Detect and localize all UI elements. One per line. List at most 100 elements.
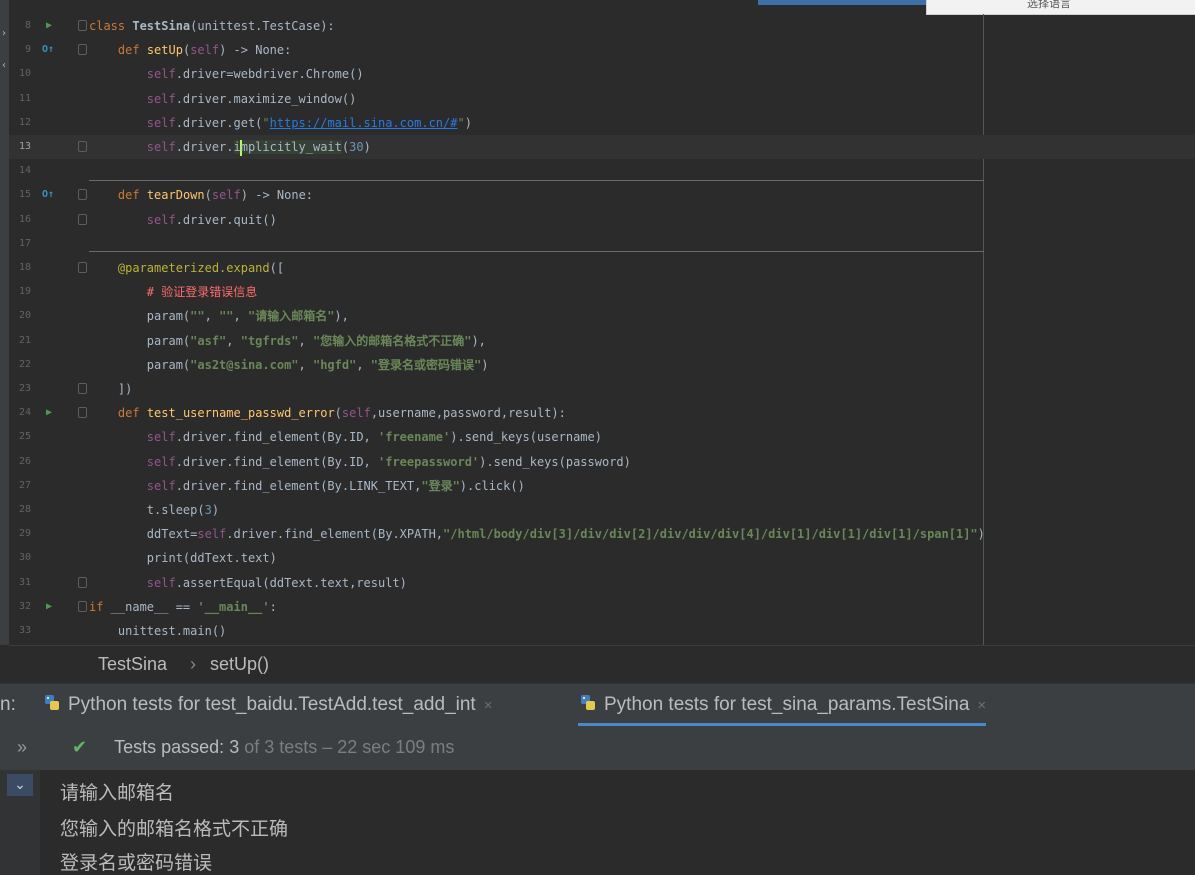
fold-icon[interactable] [78, 189, 87, 201]
line-number: 21 [18, 334, 31, 346]
language-popup[interactable]: 选择语言 [926, 0, 1195, 15]
code-line[interactable]: 10 self.driver=webdriver.Chrome() [9, 62, 1195, 86]
breadcrumb-method[interactable]: setUp() [210, 654, 269, 675]
run-gutter-icon[interactable]: ▶ [46, 595, 52, 619]
check-icon: ✔ [72, 737, 88, 757]
test-status-bar: » ✔ Tests passed: 3 of 3 tests – 22 sec … [0, 726, 1195, 770]
code-text: class TestSina(unittest.TestCase): [89, 19, 335, 33]
fold-icon[interactable] [78, 213, 87, 225]
tab-label: Python tests for test_baidu.TestAdd.test… [68, 694, 476, 715]
line-number: 23 [18, 383, 31, 394]
code-line[interactable]: 9 O↑ def setUp(self) -> None: [9, 38, 1195, 62]
line-number: 33 [18, 625, 31, 636]
code-text: if __name__ == '__main__': [89, 599, 277, 614]
code-line[interactable]: 33 unittest.main() [9, 619, 1195, 643]
python-icon [45, 694, 59, 710]
fold-icon[interactable] [78, 20, 87, 31]
line-number: 31 [18, 576, 31, 588]
tab-test-baidu[interactable]: Python tests for test_baidu.TestAdd.test… [42, 684, 492, 726]
fold-icon[interactable] [78, 44, 87, 56]
strip-mark: ‹ [2, 60, 6, 71]
code-editor[interactable]: 8 ▶ class TestSina(unittest.TestCase): 9 O↑ … [9, 14, 1195, 645]
line-number: 10 [18, 68, 31, 80]
console-output: ⌄ 请输入邮箱名 您输入的邮箱名格式不正确 登录名或密码错误 [0, 770, 1195, 875]
code-line[interactable]: 25 self.driver.find_element(By.ID, 'free… [9, 425, 1195, 449]
line-number: 26 [18, 455, 31, 467]
code-line[interactable]: 16 self.driver.quit() [9, 208, 1195, 232]
fold-icon[interactable] [78, 383, 87, 394]
left-tool-strip: › ‹ [0, 0, 9, 645]
fold-icon[interactable] [78, 262, 87, 273]
code-line[interactable]: 15 O↑ def tearDown(self) -> None: [9, 183, 1195, 207]
code-line[interactable]: 24 ▶ def test_username_passwd_error(self,… [9, 401, 1195, 425]
chevron-down-icon[interactable]: ⌄ [7, 774, 33, 796]
code-line[interactable]: 11 self.driver.maximize_window() [9, 87, 1195, 111]
code-line[interactable]: 22 param("as2t@sina.com", "hgfd", "登录名或密… [9, 353, 1195, 377]
line-number: 13 [18, 141, 31, 152]
run-gutter-icon[interactable]: ▶ [46, 14, 52, 38]
tab-label: Python tests for test_sina_params.TestSi… [604, 694, 970, 715]
code-line[interactable]: 8 ▶ class TestSina(unittest.TestCase): [9, 14, 1195, 38]
fold-icon[interactable] [78, 600, 87, 612]
code-line[interactable]: 14 [9, 159, 1195, 183]
code-text: t.sleep(3) [89, 503, 220, 517]
breadcrumb-separator: › [190, 654, 196, 674]
code-text: # 验证登录错误信息 [146, 285, 258, 300]
code-line[interactable]: 13 self.driver.implicitly_wait(30) [9, 135, 1195, 159]
breadcrumb-class[interactable]: TestSina [98, 654, 167, 675]
line-number: 17 [18, 237, 31, 249]
code-line[interactable]: 30 print(ddText.text) [9, 546, 1195, 570]
line-number: 20 [18, 310, 31, 322]
code-line[interactable]: 26 self.driver.find_element(By.ID, 'free… [9, 450, 1195, 474]
fold-icon[interactable] [78, 141, 87, 152]
tab-test-sina[interactable]: Python tests for test_sina_params.TestSi… [578, 684, 987, 726]
code-line[interactable]: 23 ]) [9, 377, 1195, 401]
line-number: 11 [18, 92, 31, 104]
code-text: ddText=self.driver.find_element(By.XPATH… [89, 527, 985, 542]
console-line: 请输入邮箱名 [60, 782, 175, 804]
console-line: 登录名或密码错误 [60, 852, 213, 874]
code-line[interactable]: 17 [9, 232, 1195, 256]
close-icon[interactable]: × [484, 697, 493, 714]
line-number: 30 [18, 552, 31, 564]
code-text: param("", "", "请输入邮箱名"), [89, 309, 349, 324]
fold-icon[interactable] [78, 576, 87, 588]
code-text: def tearDown(self) -> None: [117, 188, 314, 203]
code-line[interactable]: 32 ▶ if __name__ == '__main__': [9, 595, 1195, 619]
top-selection-bar [758, 0, 926, 5]
code-text: self.driver.get("https://mail.sina.com.c… [146, 115, 472, 130]
code-line[interactable]: 18 @parameterized.expand([ [9, 256, 1195, 280]
expand-icon[interactable]: » [17, 737, 27, 758]
override-gutter-icon[interactable]: O↑ [42, 183, 54, 207]
line-number: 24 [18, 407, 31, 419]
code-line[interactable]: 12 self.driver.get("https://mail.sina.co… [9, 111, 1195, 135]
code-line[interactable]: 31 self.assertEqual(ddText.text,result) [9, 571, 1195, 595]
console-toolbar: ⌄ [0, 770, 40, 875]
code-text: def test_username_passwd_error(self,user… [117, 406, 566, 421]
code-text: @parameterized.expand([ [117, 261, 285, 275]
fold-icon[interactable] [78, 407, 87, 419]
line-number: 15 [18, 189, 31, 201]
line-number: 29 [18, 528, 31, 540]
line-number: 14 [18, 165, 31, 177]
code-text: print(ddText.text) [89, 551, 277, 566]
override-gutter-icon[interactable]: O↑ [42, 38, 54, 62]
code-line[interactable]: 27 self.driver.find_element(By.LINK_TEXT… [9, 474, 1195, 498]
code-text: self.driver.quit() [146, 212, 277, 227]
code-line[interactable]: 21 param("asf", "tgfrds", "您输入的邮箱名格式不正确"… [9, 329, 1195, 353]
run-gutter-icon[interactable]: ▶ [46, 401, 52, 425]
line-number: 9 [24, 44, 31, 56]
code-line[interactable]: 20 param("", "", "请输入邮箱名"), [9, 304, 1195, 328]
tests-passed-count: 3 [229, 737, 240, 757]
close-icon[interactable]: × [977, 697, 986, 714]
line-number: 28 [18, 504, 31, 515]
code-text: self.assertEqual(ddText.text,result) [146, 575, 407, 590]
strip-mark: › [2, 28, 6, 39]
code-line[interactable]: 29 ddText=self.driver.find_element(By.XP… [9, 522, 1195, 546]
run-tabs-bar: n: Python tests for test_baidu.TestAdd.t… [0, 683, 1195, 726]
code-line[interactable]: 28 t.sleep(3) [9, 498, 1195, 522]
code-text: self.driver.maximize_window() [146, 91, 357, 106]
code-text: self.driver.find_element(By.ID, 'freepas… [146, 454, 631, 469]
code-line[interactable]: 19 # 验证登录错误信息 [9, 280, 1195, 304]
code-text: ]) [89, 382, 133, 396]
